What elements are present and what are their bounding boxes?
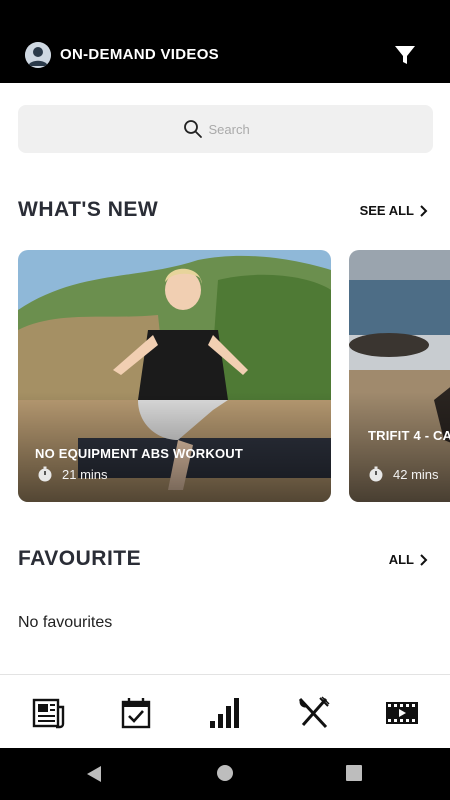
whats-new-title: WHAT'S NEW: [18, 198, 159, 221]
video-card[interactable]: TRIFIT 4 - CA 42 mins: [349, 250, 450, 502]
stopwatch-icon: [369, 466, 383, 482]
fork-knife-icon[interactable]: [295, 695, 331, 731]
search-icon: [183, 120, 202, 138]
all-label: ALL: [388, 552, 414, 567]
duration-label: 42 mins: [393, 466, 439, 482]
chevron-right-icon: [420, 553, 428, 566]
video-card[interactable]: NO EQUIPMENT ABS WORKOUT 21 mins: [18, 250, 331, 502]
search-bar[interactable]: [18, 105, 433, 153]
stopwatch-icon: [38, 466, 52, 482]
thumbnail-overlay: [349, 392, 450, 502]
recents-icon[interactable]: [345, 764, 363, 782]
system-nav-bar: [0, 748, 450, 800]
all-link[interactable]: ALL: [389, 552, 428, 567]
see-all-link[interactable]: SEE ALL: [360, 203, 428, 218]
calendar-check-icon[interactable]: [118, 695, 154, 731]
chevron-right-icon: [420, 204, 428, 217]
back-icon[interactable]: [85, 764, 103, 784]
user-avatar-icon[interactable]: [25, 42, 51, 68]
bottom-nav: [0, 674, 450, 748]
app-header: ON-DEMAND VIDEOS: [0, 0, 450, 83]
video-film-icon[interactable]: [384, 695, 420, 731]
search-input[interactable]: [208, 121, 269, 137]
video-duration: 21 mins: [37, 466, 108, 482]
page-title: ON-DEMAND VIDEOS: [60, 46, 219, 63]
see-all-label: SEE ALL: [359, 203, 414, 218]
video-title: NO EQUIPMENT ABS WORKOUT: [35, 446, 243, 461]
filter-icon[interactable]: [393, 43, 417, 67]
video-duration: 42 mins: [368, 466, 439, 482]
bar-chart-icon[interactable]: [207, 695, 243, 731]
video-title: TRIFIT 4 - CA: [368, 428, 450, 443]
news-icon[interactable]: [30, 695, 66, 731]
favourite-title: FAVOURITE: [18, 547, 142, 570]
empty-favourites-message: No favourites: [18, 614, 113, 631]
home-icon[interactable]: [216, 764, 234, 782]
duration-label: 21 mins: [62, 466, 108, 482]
